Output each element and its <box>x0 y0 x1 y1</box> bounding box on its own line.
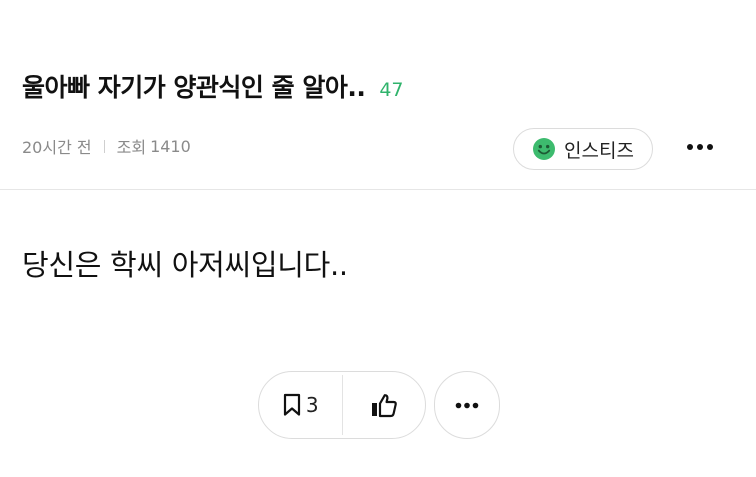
board-name: 인스티즈 <box>564 139 634 162</box>
post-body: 당신은 학씨 아저씨입니다.. <box>22 248 348 282</box>
views-label: 조회 <box>116 138 147 157</box>
meta-divider <box>103 139 105 153</box>
post-time: 20시간 전 <box>22 138 92 157</box>
more-dots-icon <box>686 143 714 151</box>
post-more-button[interactable] <box>434 371 500 439</box>
bookmark-button[interactable]: 3 <box>259 372 342 438</box>
thumbs-up-icon <box>370 392 398 418</box>
board-chip[interactable]: 인스티즈 <box>513 128 653 170</box>
bookmark-icon <box>282 393 302 417</box>
like-button[interactable] <box>343 372 426 438</box>
more-dots-icon <box>455 402 479 409</box>
comment-count[interactable]: 47 <box>379 79 403 101</box>
header-divider <box>0 189 756 190</box>
views-count: 1410 <box>150 136 191 156</box>
post-title: 울아빠 자기가 양관식인 줄 알아.. <box>22 73 366 102</box>
header-more-button[interactable] <box>683 136 717 158</box>
smiley-face-icon <box>532 137 556 161</box>
post-title-row: 울아빠 자기가 양관식인 줄 알아.. 47 <box>22 68 404 104</box>
bookmark-count: 3 <box>305 393 319 417</box>
post-actions: 3 <box>258 371 426 439</box>
post-meta: 20시간 전 조회 1410 <box>22 134 191 158</box>
